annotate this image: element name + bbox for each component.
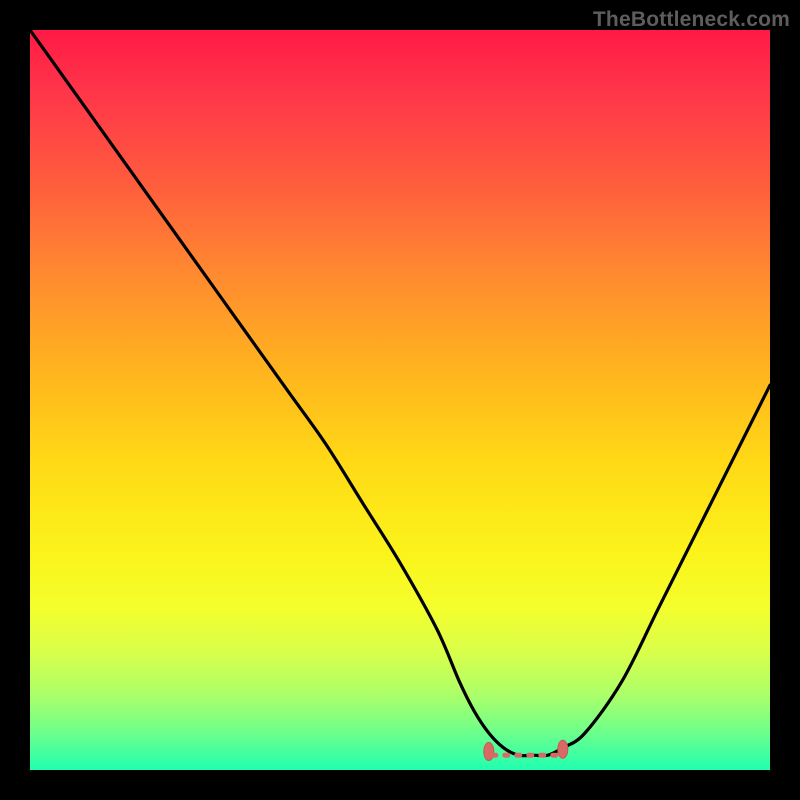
marker-start <box>484 743 494 761</box>
curve-layer <box>30 30 770 770</box>
watermark-text: TheBottleneck.com <box>593 8 790 32</box>
marker-end <box>558 740 568 758</box>
plot-area <box>30 30 770 770</box>
bottleneck-curve <box>30 30 770 756</box>
chart-frame: TheBottleneck.com <box>0 0 800 800</box>
